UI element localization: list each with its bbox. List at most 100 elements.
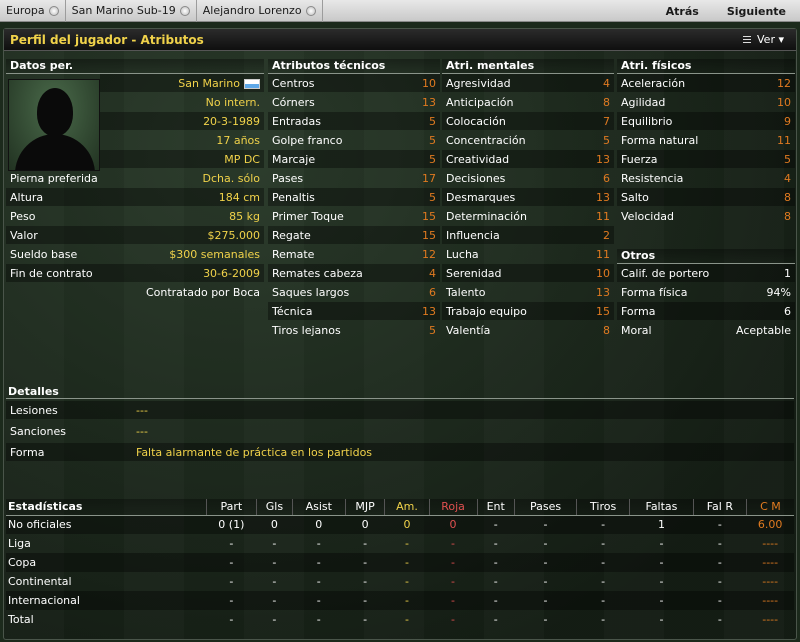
circle-icon[interactable] bbox=[305, 5, 316, 16]
dob-row: 20-3-1989 bbox=[100, 112, 264, 130]
contract-note[interactable]: Contratado por Boca bbox=[146, 286, 264, 299]
stats-cell: 0 bbox=[384, 515, 430, 534]
technical-attribute-value: 5 bbox=[429, 133, 436, 147]
circle-icon[interactable] bbox=[48, 5, 59, 16]
stats-col-header[interactable]: Am. bbox=[384, 499, 430, 516]
nationality-value[interactable]: San Marino bbox=[178, 77, 264, 90]
stats-col-header[interactable]: C M bbox=[745, 499, 794, 516]
stats-col-header[interactable]: Tiros bbox=[576, 499, 630, 516]
details-value: --- bbox=[136, 403, 148, 417]
mental-attribute-value: 13 bbox=[596, 285, 610, 299]
stats-cell: - bbox=[693, 553, 747, 572]
mental-attribute-row: Lucha 11 bbox=[442, 245, 614, 263]
details-label: Forma bbox=[10, 445, 45, 459]
stats-cell: ---- bbox=[762, 575, 779, 588]
mental-attribute-row: Trabajo equipo 15 bbox=[442, 302, 614, 320]
stats-col-header[interactable]: Estadísticas bbox=[6, 499, 206, 516]
stats-cell: - bbox=[384, 553, 430, 572]
others-attribute-label: Calif. de portero bbox=[621, 266, 710, 280]
others-attribute-row: Forma física 94% bbox=[617, 283, 795, 301]
physical-attribute-row: Velocidad 8 bbox=[617, 207, 795, 225]
personal-label: Pierna preferida bbox=[10, 171, 98, 185]
stats-row-label: Continental bbox=[8, 575, 72, 588]
personal-row: Valor $275.000 bbox=[6, 226, 264, 244]
stats-row-label: Copa bbox=[6, 553, 206, 572]
nationality-row: San Marino bbox=[100, 74, 264, 92]
stats-cell: - bbox=[543, 575, 548, 588]
technical-attribute-row: Técnica 13 bbox=[268, 302, 440, 320]
stats-cell: - bbox=[404, 575, 409, 588]
technical-attribute-row: Penaltis 5 bbox=[268, 188, 440, 206]
stats-cell: 6.00 bbox=[746, 515, 794, 534]
stats-cell: - bbox=[601, 575, 606, 588]
breadcrumb-region[interactable]: Europa bbox=[0, 0, 66, 22]
stats-cell: - bbox=[229, 575, 234, 588]
technical-attribute-label: Pases bbox=[272, 171, 304, 185]
mental-header: Atri. mentales bbox=[442, 59, 614, 74]
stats-cell: - bbox=[659, 575, 664, 588]
stats-cell: - bbox=[404, 537, 409, 550]
stats-cell: - bbox=[543, 613, 548, 626]
player-photo bbox=[8, 79, 100, 171]
stats-col-header[interactable]: Ent bbox=[476, 499, 515, 516]
technical-attribute-row: Saques largos 6 bbox=[268, 283, 440, 301]
back-button[interactable]: Atrás bbox=[652, 5, 713, 18]
stats-row: No oficiales 0 (1) 0 0 0 0 0- - -1-6.00 bbox=[6, 515, 794, 534]
mental-attribute-label: Influencia bbox=[446, 228, 500, 242]
stats-col-header[interactable]: MJP bbox=[344, 499, 385, 516]
physical-attribute-row: Aceleración 12 bbox=[617, 74, 795, 92]
breadcrumb-player[interactable]: Alejandro Lorenzo bbox=[197, 0, 323, 22]
breadcrumb-team[interactable]: San Marino Sub-19 bbox=[66, 0, 197, 22]
stats-col-header[interactable]: Gls bbox=[256, 499, 293, 516]
stats-col-header[interactable]: Pases bbox=[513, 499, 577, 516]
mental-attribute-label: Colocación bbox=[446, 114, 506, 128]
stats-cell: - bbox=[292, 591, 346, 610]
stats-row-label: No oficiales bbox=[6, 515, 206, 534]
technical-attribute-label: Remate bbox=[272, 247, 315, 261]
stats-cell: - bbox=[229, 537, 234, 550]
mental-attribute-label: Valentía bbox=[446, 323, 491, 337]
physical-attribute-value: 5 bbox=[784, 152, 791, 166]
next-button[interactable]: Siguiente bbox=[713, 5, 800, 18]
details-header: Detalles bbox=[6, 385, 794, 399]
technical-attribute-row: Entradas 5 bbox=[268, 112, 440, 130]
circle-icon[interactable] bbox=[179, 5, 190, 16]
stats-col-header[interactable]: Asist bbox=[291, 499, 346, 516]
mental-attribute-value: 11 bbox=[596, 209, 610, 223]
technical-attribute-row: Regate 15 bbox=[268, 226, 440, 244]
technical-attribute-row: Centros 10 bbox=[268, 74, 440, 92]
positions-row: MP DC bbox=[100, 150, 264, 168]
technical-attribute-value: 13 bbox=[422, 304, 436, 318]
personal-value: $275.000 bbox=[207, 228, 261, 242]
stats-cell: - bbox=[363, 537, 368, 550]
stats-col-header[interactable]: Roja bbox=[428, 499, 477, 516]
mental-attribute-row: Influencia 2 bbox=[442, 226, 614, 244]
physical-attribute-row: Fuerza 5 bbox=[617, 150, 795, 168]
nationality-label: San Marino bbox=[178, 76, 240, 90]
technical-attribute-label: Golpe franco bbox=[272, 133, 343, 147]
stats-col-header[interactable]: Faltas bbox=[629, 499, 694, 516]
view-menu-button[interactable]: Ver ▾ bbox=[743, 33, 784, 46]
stats-cell: - bbox=[493, 613, 498, 626]
technical-attribute-row: Pases 17 bbox=[268, 169, 440, 187]
stats-row: Internacional - - - - - - - - - - - ---- bbox=[6, 591, 794, 610]
others-header: Otros bbox=[617, 249, 795, 264]
technical-attribute-label: Tiros lejanos bbox=[272, 323, 341, 337]
stats-cell: - bbox=[601, 613, 606, 626]
technical-attribute-row: Tiros lejanos 5 bbox=[268, 321, 440, 339]
stats-cell: - bbox=[477, 515, 515, 534]
breadcrumb-label: San Marino Sub-19 bbox=[71, 4, 176, 17]
stats-cell: - bbox=[272, 575, 277, 588]
technical-attribute-label: Penaltis bbox=[272, 190, 315, 204]
stats-cell: - bbox=[514, 553, 577, 572]
others-attribute-row: Forma 6 bbox=[617, 302, 795, 320]
mental-attribute-row: Concentración 5 bbox=[442, 131, 614, 149]
mental-attribute-value: 11 bbox=[596, 247, 610, 261]
stats-col-header[interactable]: Fal R bbox=[692, 499, 747, 516]
stats-col-header[interactable]: Part bbox=[205, 499, 257, 516]
physical-attribute-value: 9 bbox=[784, 114, 791, 128]
stats-cell: - bbox=[693, 591, 747, 610]
technical-attribute-label: Marcaje bbox=[272, 152, 316, 166]
mental-attribute-label: Anticipación bbox=[446, 95, 514, 109]
stats-cell: - bbox=[576, 591, 630, 610]
